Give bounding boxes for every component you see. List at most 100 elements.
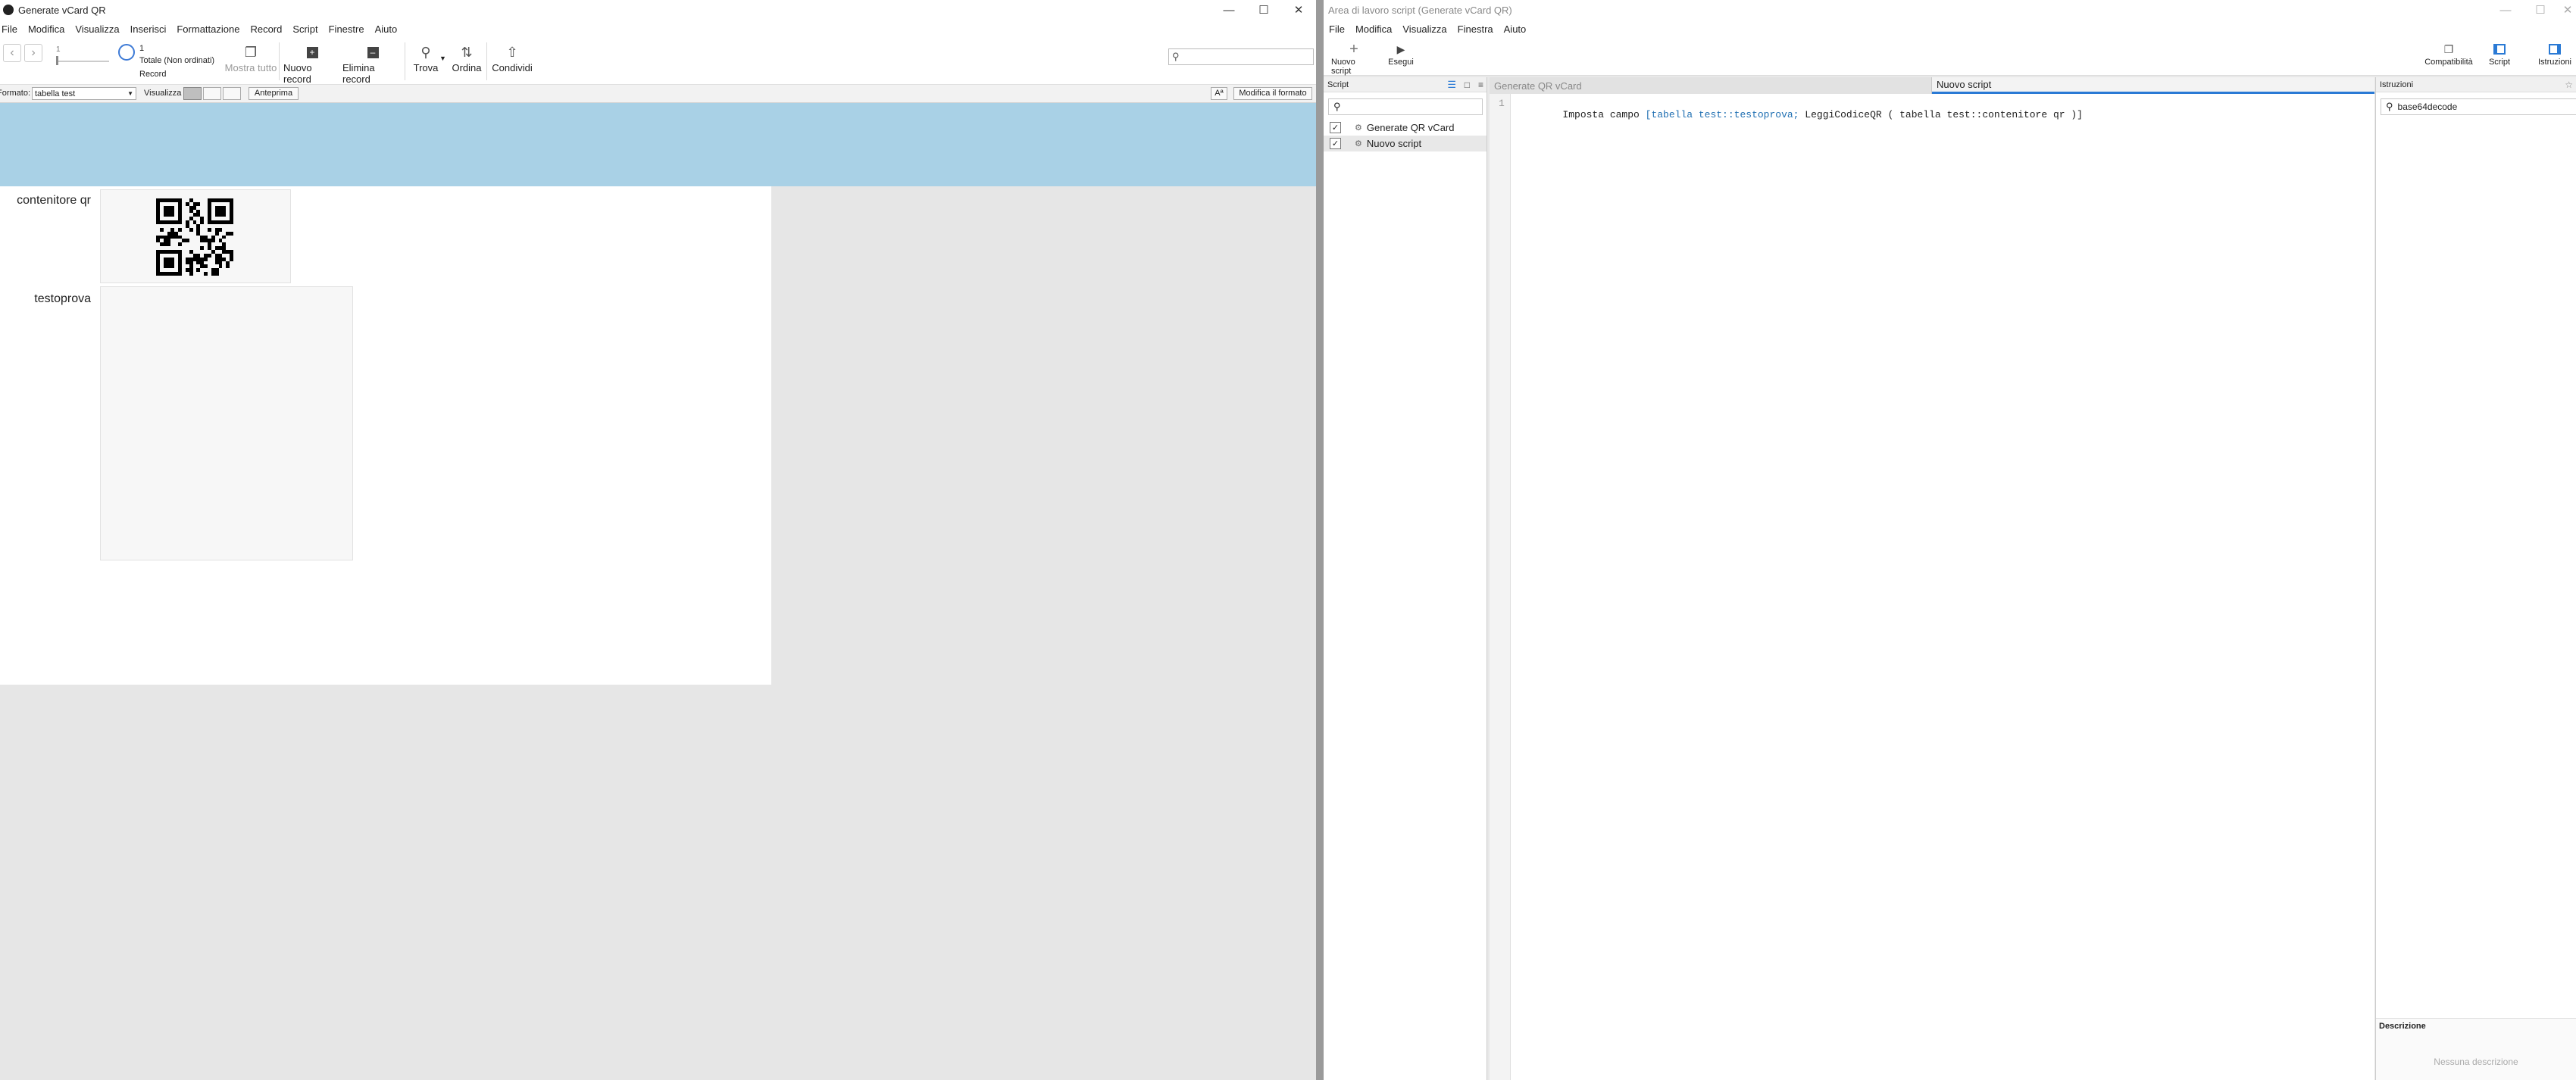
- layout-select[interactable]: tabella test ▼: [32, 87, 136, 100]
- record-pie-icon: [118, 44, 135, 61]
- window-title: Generate vCard QR: [18, 4, 106, 16]
- menu-visualizza[interactable]: Visualizza: [70, 23, 124, 35]
- script-checkbox[interactable]: ✓: [1330, 138, 1341, 149]
- compatibility-button[interactable]: ❐ Compatibilità: [2422, 41, 2475, 67]
- step-calculation: LeggiCodiceQR ( tabella test::contenitor…: [1799, 109, 2083, 120]
- search-icon: ⚲: [1333, 101, 1341, 112]
- desktop: Generate vCard QR — ☐ ✕ File Modifica Vi…: [0, 0, 2576, 1080]
- scripts-panel-header: Script ☰ □ ≡: [1324, 77, 1487, 92]
- run-script-button[interactable]: ▶ Esegui: [1384, 41, 1418, 67]
- menu-file[interactable]: File: [1324, 23, 1350, 35]
- menu-aiuto[interactable]: Aiuto: [1499, 23, 1532, 35]
- compatibility-icon: ❐: [2443, 42, 2454, 55]
- new-record-icon: +: [306, 42, 318, 62]
- menu-modifica[interactable]: Modifica: [23, 23, 70, 35]
- new-record-label: Nuovo record: [283, 62, 312, 85]
- run-label: Esegui: [1388, 58, 1414, 67]
- new-script-button[interactable]: + Nuovo script: [1331, 41, 1377, 76]
- field-testoprova[interactable]: [100, 286, 353, 560]
- view-as-list-button[interactable]: [203, 87, 221, 100]
- view-as-table-button[interactable]: [223, 87, 241, 100]
- next-record-button[interactable]: ›: [24, 44, 42, 62]
- preview-button[interactable]: Anteprima: [249, 87, 299, 100]
- steps-search-value: base64decode: [2397, 101, 2458, 112]
- delete-record-label: Elimina record: [342, 62, 375, 85]
- record-slider-thumb[interactable]: [56, 56, 58, 65]
- menu-aiuto[interactable]: Aiuto: [370, 23, 403, 35]
- star-icon[interactable]: ☆: [2565, 80, 2573, 90]
- record-number-field[interactable]: 1: [56, 45, 61, 54]
- view-label: Visualizza: [144, 89, 182, 98]
- folder-icon[interactable]: □: [1465, 80, 1470, 90]
- app-logo-icon: [3, 5, 14, 15]
- script-checkbox[interactable]: ✓: [1330, 122, 1341, 133]
- find-button[interactable]: ⚲ Trova: [411, 42, 441, 74]
- menu-modifica[interactable]: Modifica: [1350, 23, 1397, 35]
- maximize-icon[interactable]: ☐: [2523, 0, 2558, 20]
- toolbar-separator: [279, 42, 280, 80]
- sort-icon: ⇅: [461, 44, 473, 60]
- search-icon: ⚲: [1172, 51, 1180, 62]
- script-list-item[interactable]: ✓ ⚙ Nuovo script: [1324, 136, 1487, 151]
- minimize-icon[interactable]: —: [2488, 0, 2523, 20]
- maximize-icon[interactable]: ☐: [1246, 0, 1281, 20]
- layout-header: [0, 103, 1316, 186]
- script-name: Generate QR vCard: [1366, 122, 1455, 133]
- script-label: Script: [2488, 58, 2511, 67]
- list-view-icon[interactable]: ☰: [1447, 79, 1456, 91]
- menu-finestra[interactable]: Finestra: [1452, 23, 1499, 35]
- script-toolbar: + Nuovo script ▶ Esegui ❐ Compatibilità …: [1324, 38, 2576, 76]
- tab-nuovo-script[interactable]: Nuovo script: [1932, 77, 2374, 94]
- tab-label: Nuovo script: [1937, 79, 1992, 90]
- script-step-line[interactable]: Imposta campo [tabella test::testoprova;…: [1515, 98, 2083, 132]
- script-workspace-window: Area di lavoro script (Generate vCard QR…: [1324, 0, 2576, 1080]
- menu-visualizza[interactable]: Visualizza: [1397, 23, 1452, 35]
- menu-script[interactable]: Script: [287, 23, 323, 35]
- delete-record-icon: –: [367, 42, 379, 62]
- tab-label: Generate QR vCard: [1494, 80, 1582, 92]
- close-icon[interactable]: ✕: [2558, 0, 2576, 20]
- toggle-steps-panel-button[interactable]: Istruzioni: [2536, 41, 2574, 67]
- find-dropdown-icon[interactable]: ▼: [439, 55, 446, 62]
- line-number: 1: [1499, 98, 1505, 109]
- menu-finestre[interactable]: Finestre: [324, 23, 370, 35]
- tab-generate-qr-vcard[interactable]: Generate QR vCard: [1490, 77, 1932, 94]
- find-label: Trova: [413, 62, 439, 73]
- menu-inserisci[interactable]: Inserisci: [125, 23, 172, 35]
- view-as-form-button[interactable]: [183, 87, 202, 100]
- step-name: Imposta campo: [1562, 109, 1646, 120]
- script-gear-icon: ⚙: [1355, 123, 1362, 133]
- menu-record[interactable]: Record: [245, 23, 287, 35]
- script-list-item[interactable]: ✓ ⚙ Generate QR vCard: [1324, 120, 1487, 136]
- scripts-search-input[interactable]: ⚲: [1328, 98, 1483, 115]
- layout-select-value: tabella test: [35, 89, 76, 98]
- edit-layout-button[interactable]: Modifica il formato: [1233, 87, 1312, 100]
- sort-button[interactable]: ⇅ Ordina: [452, 42, 482, 74]
- share-button[interactable]: ⇧ Condividi: [491, 42, 533, 74]
- formatting-bar-button[interactable]: Aª: [1211, 87, 1227, 100]
- script-tab-bar: Generate QR vCard Nuovo script: [1490, 77, 2374, 94]
- description-placeholder: Nessuna descrizione: [2434, 1057, 2518, 1067]
- play-icon: ▶: [1396, 42, 1405, 55]
- script-editor-panel: Generate QR vCard Nuovo script 1 Imposta…: [1490, 77, 2374, 1080]
- new-script-label: Nuovo script: [1331, 58, 1355, 76]
- show-all-label: Mostra tutto: [224, 62, 277, 73]
- menu-formattazione[interactable]: Formattazione: [171, 23, 245, 35]
- menu-file[interactable]: File: [0, 23, 23, 35]
- description-section: Descrizione Nessuna descrizione: [2376, 1018, 2576, 1080]
- total-label: Totale (Non ordinati): [139, 56, 215, 65]
- prev-record-button[interactable]: ‹: [3, 44, 21, 62]
- minimize-icon[interactable]: —: [1211, 0, 1246, 20]
- record-label: Record: [139, 70, 167, 79]
- delete-record-button[interactable]: – Elimina record: [342, 42, 403, 85]
- steps-label: Istruzioni: [2537, 58, 2572, 67]
- record-slider[interactable]: [56, 61, 109, 62]
- new-record-button[interactable]: + Nuovo record: [283, 42, 341, 85]
- menu-icon[interactable]: ≡: [1478, 80, 1483, 90]
- toggle-script-panel-button[interactable]: Script: [2484, 41, 2515, 67]
- close-icon[interactable]: ✕: [1281, 0, 1316, 20]
- quick-find-input[interactable]: ⚲: [1168, 48, 1314, 65]
- steps-search-input[interactable]: ⚲ base64decode: [2381, 98, 2576, 115]
- show-all-button[interactable]: ❐ Mostra tutto: [224, 42, 277, 74]
- scripts-panel-title: Script: [1327, 80, 1349, 89]
